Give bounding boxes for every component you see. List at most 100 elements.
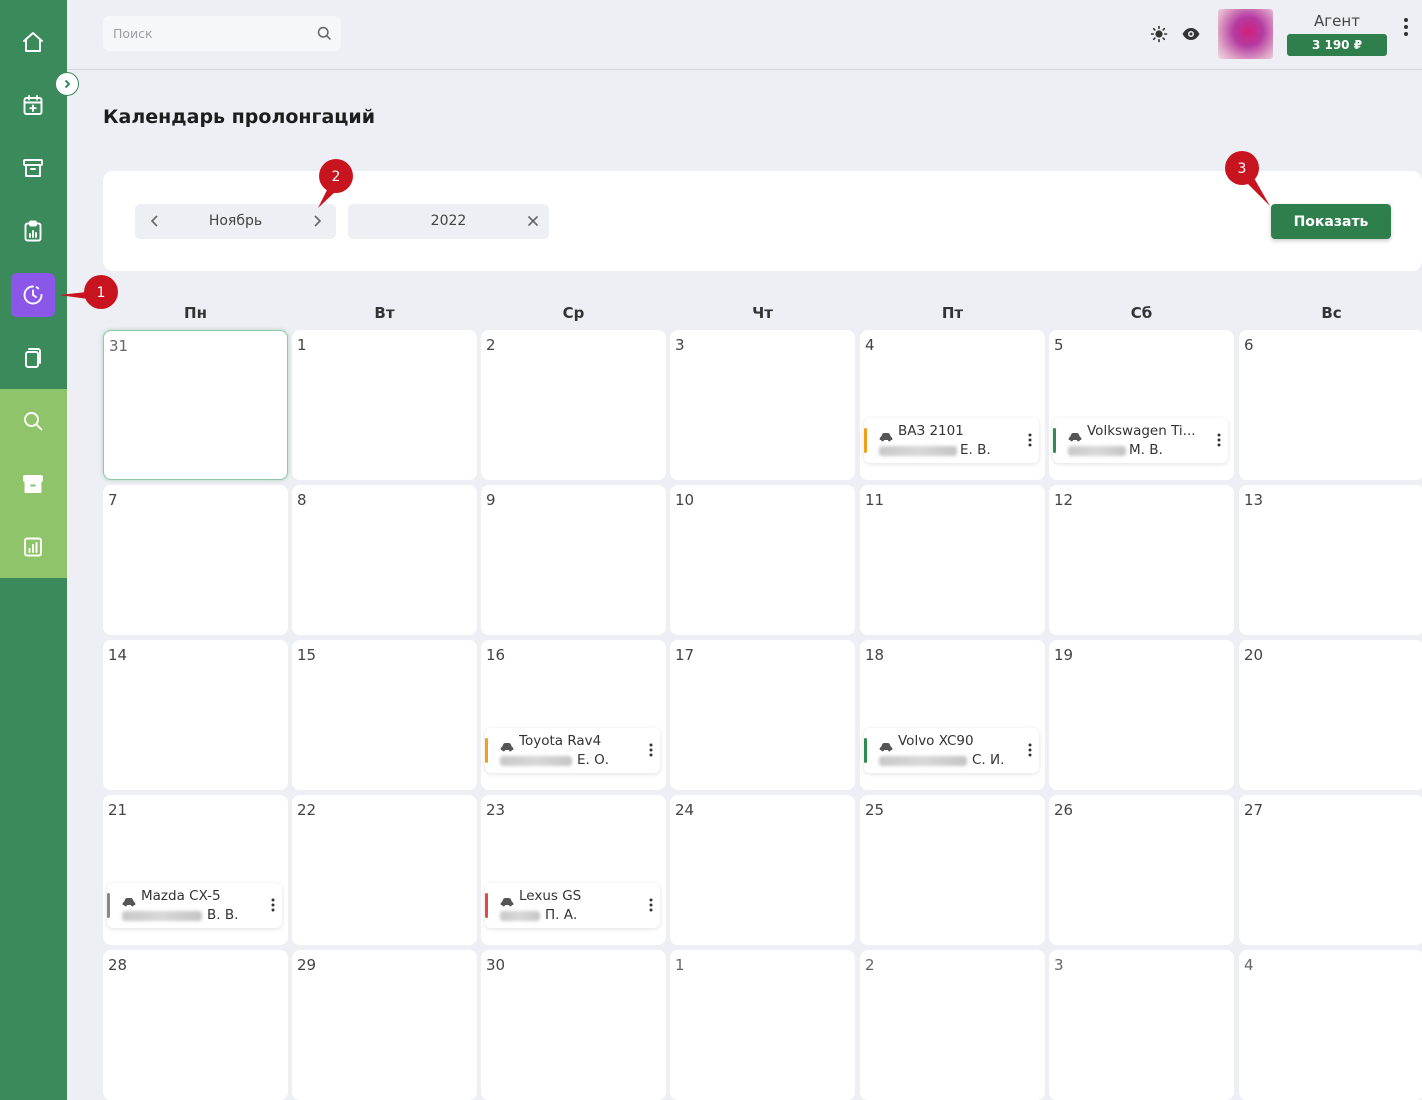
- calendar-day[interactable]: 28: [103, 950, 288, 1100]
- year-selector[interactable]: 2022: [348, 204, 549, 239]
- calendar-day[interactable]: 19: [1049, 640, 1234, 790]
- calendar-day[interactable]: 21 Mazda CX-5 В. В.: [103, 795, 288, 945]
- search-icon[interactable]: [316, 25, 333, 42]
- clipboard-chart-icon: [24, 220, 42, 242]
- calendar-day[interactable]: 18 Volvo XC90 С. И.: [860, 640, 1045, 790]
- prolongation-event[interactable]: Mazda CX-5 В. В.: [107, 883, 282, 928]
- event-menu-icon[interactable]: [648, 742, 654, 758]
- day-number: 4: [865, 336, 875, 354]
- sidebar-expand-button[interactable]: [55, 72, 79, 96]
- weekday-thu: Чт: [752, 304, 773, 322]
- calendar-day[interactable]: 2: [860, 950, 1045, 1100]
- calendar-day[interactable]: 16 Toyota Rav4 Е. О.: [481, 640, 666, 790]
- client-initials: Е. О.: [577, 752, 610, 768]
- sidebar-item-home[interactable]: [11, 20, 55, 64]
- calendar-day[interactable]: 29: [292, 950, 477, 1100]
- sidebar-item-reports[interactable]: [11, 209, 55, 253]
- next-month-button[interactable]: [309, 213, 325, 229]
- calendar-day[interactable]: 2: [481, 330, 666, 480]
- status-indicator: [485, 893, 488, 918]
- event-menu-icon[interactable]: [270, 897, 276, 913]
- calendar-day[interactable]: 15: [292, 640, 477, 790]
- calendar-day[interactable]: 26: [1049, 795, 1234, 945]
- day-number: 9: [486, 491, 496, 509]
- day-number: 10: [675, 491, 695, 509]
- calendar-day[interactable]: 22: [292, 795, 477, 945]
- calendar-day[interactable]: 1: [670, 950, 855, 1100]
- calendar-day[interactable]: 6: [1239, 330, 1422, 480]
- calendar-day[interactable]: 30: [481, 950, 666, 1100]
- day-number: 22: [297, 801, 317, 819]
- eye-icon[interactable]: [1181, 24, 1201, 44]
- sidebar-item-archive[interactable]: [11, 146, 55, 190]
- calendar-day[interactable]: 10: [670, 485, 855, 635]
- car-model: Mazda CX-5: [141, 888, 221, 904]
- calendar-day[interactable]: 1: [292, 330, 477, 480]
- prolongation-event[interactable]: ВАЗ 2101 Е. В.: [864, 418, 1039, 463]
- calendar-day[interactable]: 25: [860, 795, 1045, 945]
- day-number: 3: [675, 336, 685, 354]
- calendar-day[interactable]: 24: [670, 795, 855, 945]
- calendar-day[interactable]: 8: [292, 485, 477, 635]
- calendar-day[interactable]: 14: [103, 640, 288, 790]
- day-number: 11: [865, 491, 885, 509]
- prolongation-event[interactable]: Lexus GS П. А.: [485, 883, 660, 928]
- sidebar-item-new-calculation[interactable]: [11, 83, 55, 127]
- prolongation-event[interactable]: Volkswagen Ti... М. В.: [1053, 418, 1228, 463]
- calendar-day[interactable]: 27: [1239, 795, 1422, 945]
- day-number: 5: [1054, 336, 1064, 354]
- annotation-marker-2: 2: [318, 158, 354, 208]
- calendar-day[interactable]: 23 Lexus GS П. А.: [481, 795, 666, 945]
- client-initials: В. В.: [207, 907, 239, 923]
- event-menu-icon[interactable]: [1216, 432, 1222, 448]
- more-options-icon[interactable]: [1398, 16, 1414, 38]
- sidebar-item-documents[interactable]: [11, 336, 55, 380]
- sidebar-item-prolongation-calendar[interactable]: [11, 273, 55, 317]
- sidebar-item-statistics[interactable]: [11, 525, 55, 569]
- calendar-day[interactable]: 11: [860, 485, 1045, 635]
- calendar-day[interactable]: 12: [1049, 485, 1234, 635]
- home-icon: [23, 32, 43, 52]
- day-number: 6: [1244, 336, 1254, 354]
- calendar-day[interactable]: 31: [103, 330, 288, 480]
- client-initials: С. И.: [972, 752, 1005, 768]
- top-header: Агент 3 190 ₽: [67, 0, 1422, 70]
- calendar-day[interactable]: 13: [1239, 485, 1422, 635]
- day-number: 20: [1244, 646, 1264, 664]
- calendar-day[interactable]: 3: [1049, 950, 1234, 1100]
- day-number: 17: [675, 646, 695, 664]
- car-icon: [500, 737, 514, 752]
- calendar-day[interactable]: 9: [481, 485, 666, 635]
- calendar-day[interactable]: 4 ВАЗ 2101 Е. В.: [860, 330, 1045, 480]
- calendar-day[interactable]: 3: [670, 330, 855, 480]
- weekday-mon: Пн: [184, 304, 207, 322]
- sidebar-item-search[interactable]: [11, 399, 55, 443]
- event-menu-icon[interactable]: [1027, 742, 1033, 758]
- annotation-label: 1: [97, 285, 106, 301]
- day-number: 16: [486, 646, 506, 664]
- calendar-day[interactable]: 17: [670, 640, 855, 790]
- clock-icon: [23, 285, 43, 305]
- car-model: Volvo XC90: [898, 733, 974, 749]
- prolongation-event[interactable]: Volvo XC90 С. И.: [864, 728, 1039, 773]
- avatar[interactable]: [1218, 9, 1273, 59]
- show-button[interactable]: Показать: [1271, 204, 1391, 239]
- day-number: 1: [297, 336, 307, 354]
- calendar-day[interactable]: 20: [1239, 640, 1422, 790]
- calendar-day[interactable]: 7: [103, 485, 288, 635]
- annotation-marker-1: 1: [59, 274, 119, 310]
- day-number: 26: [1054, 801, 1074, 819]
- sun-icon[interactable]: [1149, 24, 1169, 44]
- page-title: Календарь пролонгаций: [103, 106, 376, 128]
- clear-year-button[interactable]: [525, 213, 541, 229]
- status-indicator: [864, 738, 867, 763]
- calendar-day[interactable]: 4: [1239, 950, 1422, 1100]
- event-menu-icon[interactable]: [648, 897, 654, 913]
- sidebar-item-archive-2[interactable]: [11, 462, 55, 506]
- event-menu-icon[interactable]: [1027, 432, 1033, 448]
- search-input[interactable]: [103, 16, 303, 51]
- month-selector: Ноябрь: [135, 204, 336, 239]
- annotation-label: 2: [332, 169, 341, 185]
- calendar-day[interactable]: 5 Volkswagen Ti... М. В.: [1049, 330, 1234, 480]
- prolongation-event[interactable]: Toyota Rav4 Е. О.: [485, 728, 660, 773]
